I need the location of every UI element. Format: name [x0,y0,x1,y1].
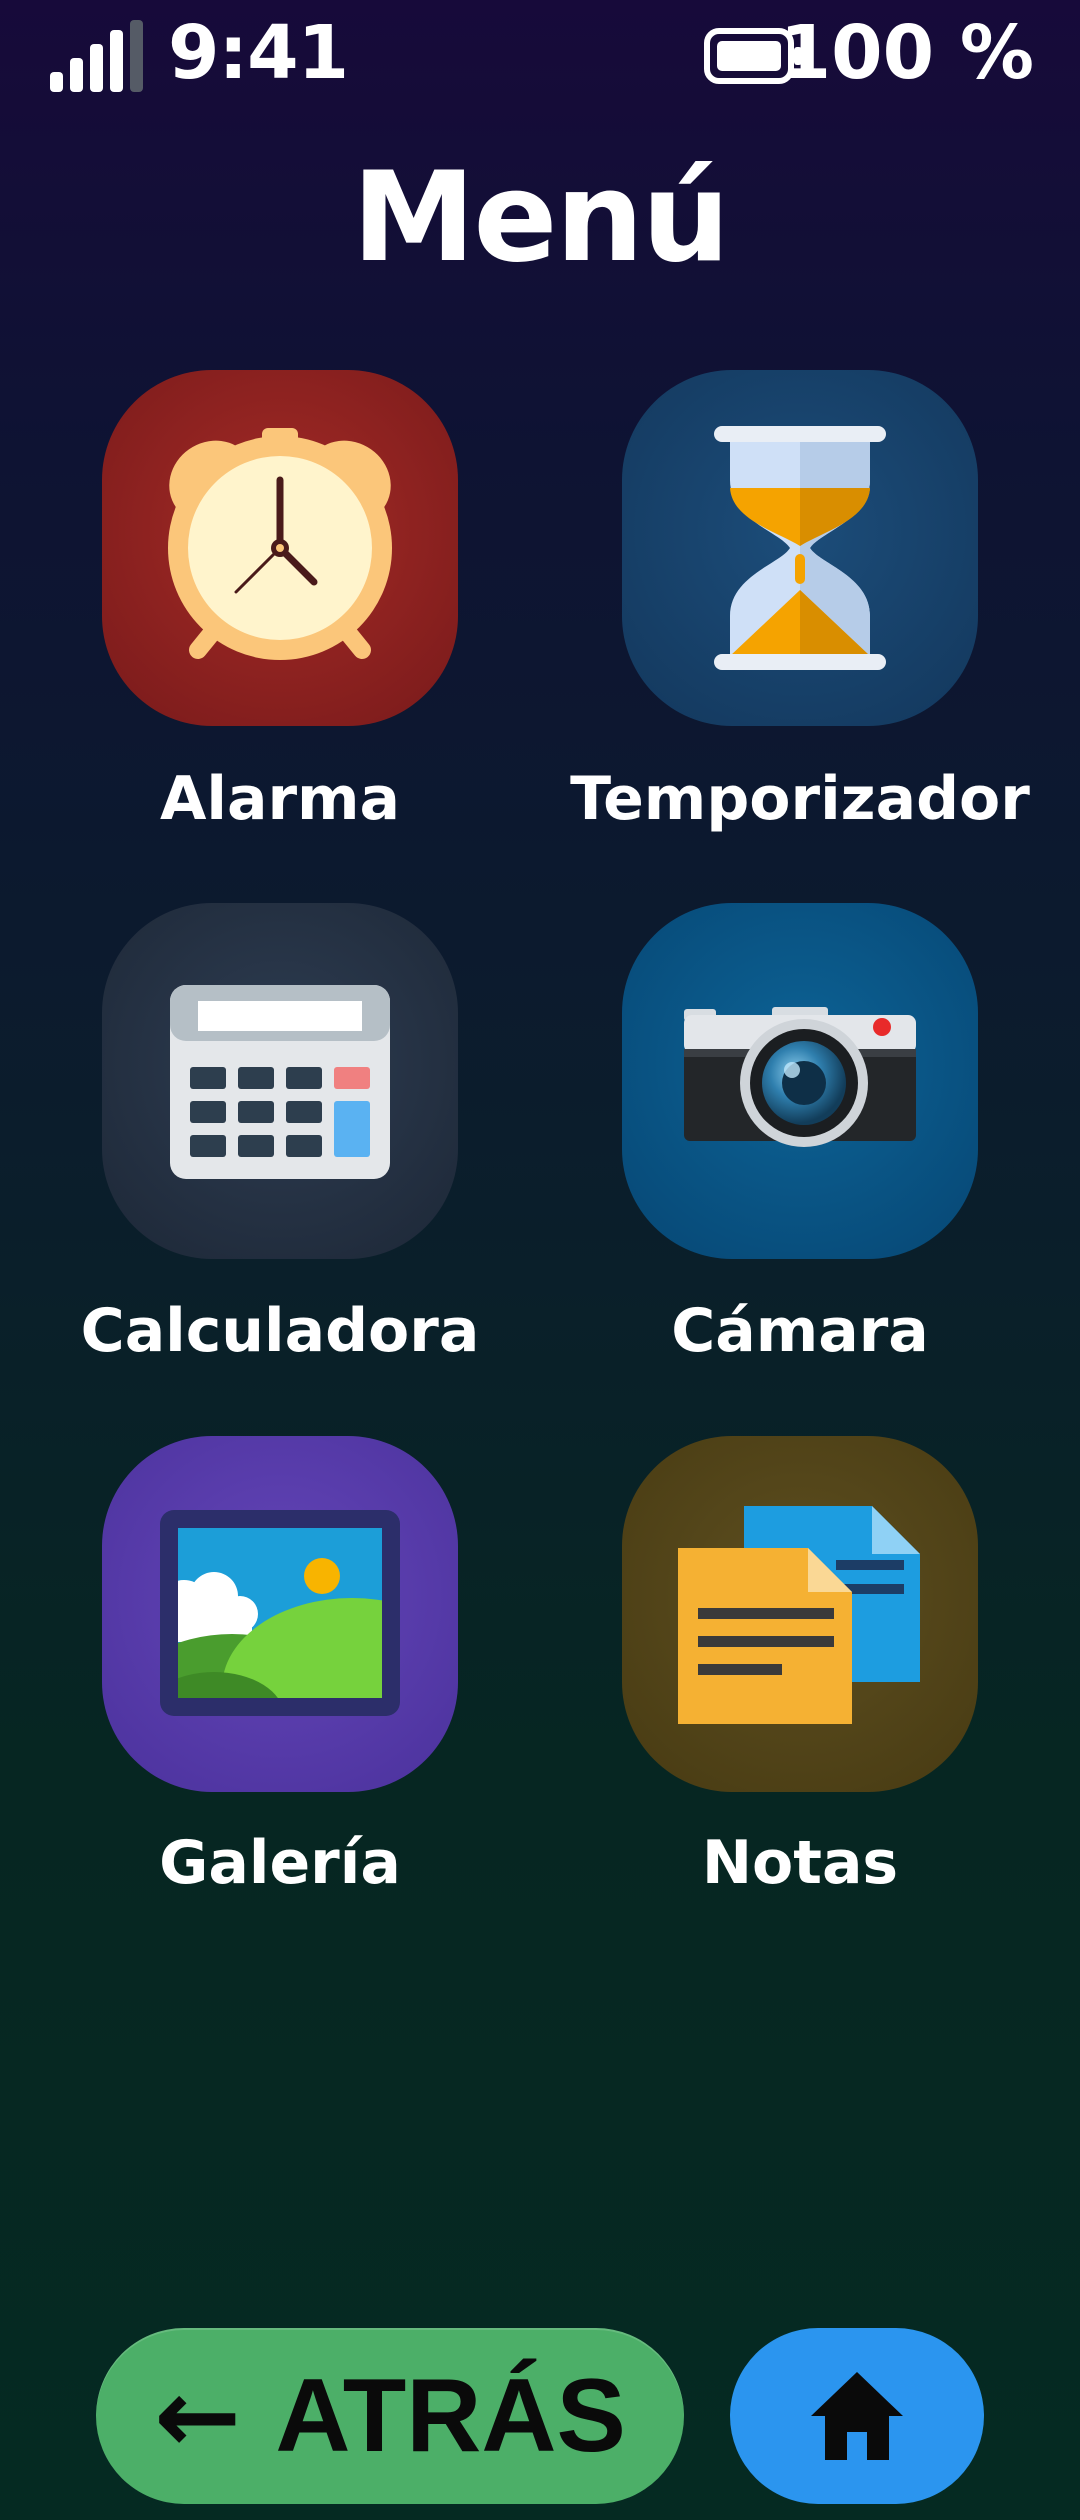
home-icon [811,2372,903,2460]
app-label-calculadora: Calculadora [80,1296,480,1366]
app-label-camara: Cámara [671,1296,929,1366]
gallery-icon [102,1436,458,1792]
signal-icon [50,20,143,92]
app-tile-temporizador[interactable] [622,370,978,726]
app-tile-notas[interactable] [622,1436,978,1792]
app-label-alarma: Alarma [159,764,401,834]
back-button[interactable]: ← ATRÁS [96,2328,684,2504]
app-tile-calculadora[interactable] [102,903,458,1259]
status-time: 9:41 [168,10,349,96]
arrow-left-icon: ← [154,2355,242,2477]
status-bar: 9:41 100 % [0,0,1080,110]
page-title: Menú [351,146,730,290]
hourglass-icon [622,370,978,726]
app-label-galeria: Galería [159,1828,401,1898]
camera-icon [622,903,978,1259]
app-label-temporizador: Temporizador [570,764,1030,834]
notes-icon [622,1436,978,1792]
battery-percentage: 100 % [779,10,1034,96]
calculator-icon [102,903,458,1259]
back-button-label: ATRÁS [275,2358,626,2474]
alarm-clock-icon [102,370,458,726]
app-tile-galeria[interactable] [102,1436,458,1792]
app-tile-camara[interactable] [622,903,978,1259]
app-label-notas: Notas [701,1828,899,1898]
app-tile-alarma[interactable] [102,370,458,726]
home-button[interactable] [730,2328,984,2504]
